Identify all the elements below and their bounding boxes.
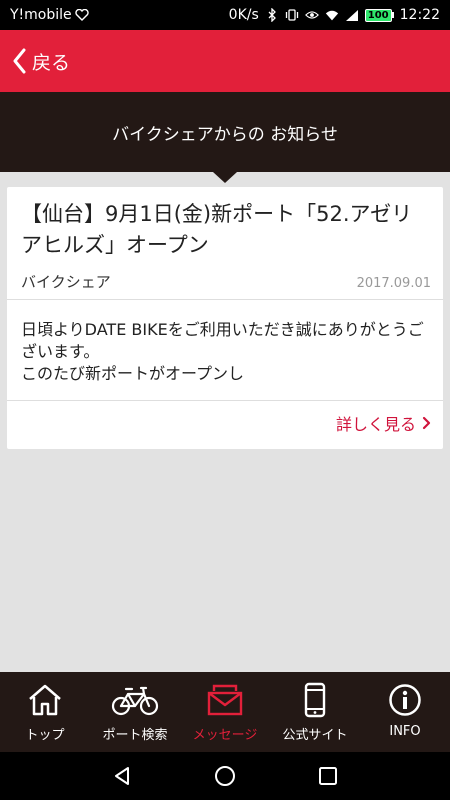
clock: 12:22 — [399, 7, 440, 23]
notice-meta: バイクシェア 2017.09.01 — [21, 271, 431, 292]
square-recents-icon — [319, 767, 338, 785]
notice-source: バイクシェア — [21, 273, 111, 291]
bottom-tab-bar: トップ ポート検索 メッセージ 公式サイト INFO — [0, 672, 450, 752]
tab-label: トップ — [25, 728, 65, 743]
tab-label: 公式サイト — [282, 728, 348, 743]
app-header: 戻る — [0, 30, 450, 92]
status-bar: Y!mobile 0K/s 100 12:22 — [0, 0, 450, 30]
notice-body: 日頃よりDATE BIKEをご利用いただき誠にありがとうございます。 このたび新… — [21, 320, 424, 383]
info-icon — [388, 682, 422, 718]
battery-icon: 100 — [364, 8, 394, 22]
band-pointer — [213, 172, 237, 183]
carrier: Y!mobile — [10, 7, 89, 23]
tab-label: ポート検索 — [102, 728, 168, 743]
section-title-band: バイクシェアからの お知らせ — [0, 92, 450, 172]
triangle-back-icon — [114, 767, 129, 785]
section-title: バイクシェアからの お知らせ — [112, 124, 338, 145]
home-icon — [27, 682, 63, 718]
tab-port-search[interactable]: ポート検索 — [90, 672, 180, 752]
vibrate-icon — [285, 8, 299, 22]
read-more-link[interactable]: 詳しく見る — [336, 411, 431, 435]
divider — [7, 400, 443, 401]
tab-label: メッセージ — [192, 728, 258, 743]
notice-title: 【仙台】9月1日(金)新ポート「52.アゼリアヒルズ」オープン — [21, 202, 413, 257]
system-nav-bar — [0, 752, 450, 800]
envelope-icon — [206, 682, 244, 718]
notice-card: 【仙台】9月1日(金)新ポート「52.アゼリアヒルズ」オープン バイクシェア 2… — [7, 187, 443, 449]
smartphone-icon — [303, 682, 327, 718]
divider — [7, 299, 443, 300]
tab-top[interactable]: トップ — [0, 672, 90, 752]
tab-info[interactable]: INFO — [360, 672, 450, 752]
net-speed: 0K/s — [228, 7, 259, 23]
tab-label: INFO — [389, 724, 421, 739]
wifi-icon — [325, 8, 339, 22]
bluetooth-icon — [265, 8, 279, 22]
nav-recents-button[interactable] — [308, 756, 348, 796]
signal-icon — [345, 8, 359, 22]
status-right: 0K/s 100 12:22 — [229, 7, 440, 23]
eye-icon — [304, 8, 319, 22]
heart-icon — [74, 8, 89, 22]
notice-date: 2017.09.01 — [356, 276, 431, 291]
back-button[interactable]: 戻る — [0, 48, 70, 75]
nav-back-button[interactable] — [102, 756, 142, 796]
carrier-name: Y!mobile — [10, 7, 72, 23]
chevron-left-icon — [13, 48, 26, 74]
tab-message[interactable]: メッセージ — [180, 672, 270, 752]
read-more-label: 詳しく見る — [335, 415, 416, 434]
circle-home-icon — [214, 766, 235, 786]
battery-level: 100 — [364, 8, 392, 22]
bicycle-icon — [111, 682, 159, 718]
back-label: 戻る — [32, 51, 71, 74]
chevron-right-icon — [422, 416, 431, 430]
tab-official-site[interactable]: 公式サイト — [270, 672, 360, 752]
nav-home-button[interactable] — [205, 756, 245, 796]
